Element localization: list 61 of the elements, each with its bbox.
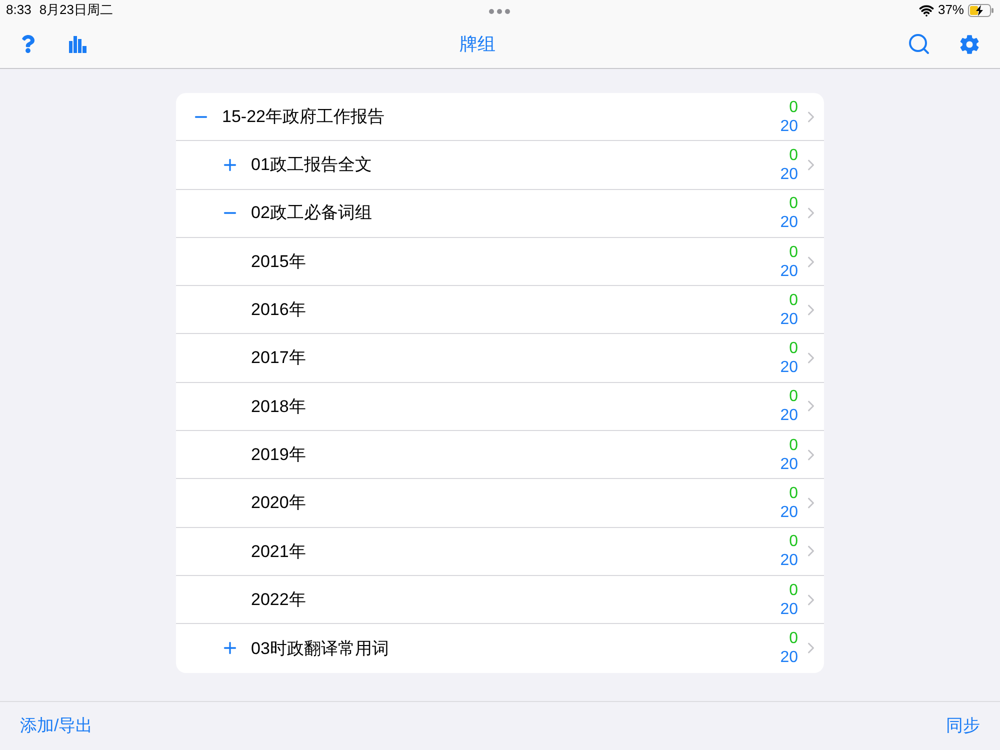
new-count: 0	[789, 580, 798, 600]
deck-row[interactable]: 2017年 0 20	[176, 334, 824, 383]
due-count: 20	[780, 116, 798, 136]
new-count: 0	[789, 532, 798, 552]
status-date: 8月23日周二	[39, 1, 114, 20]
due-count: 20	[780, 648, 798, 668]
deck-row[interactable]: 2018年 0 20	[176, 382, 824, 432]
add-export-button[interactable]: 添加/导出	[20, 713, 93, 739]
deck-row[interactable]: 2021年 0 20	[176, 528, 824, 576]
deck-name: 2019年	[251, 444, 307, 466]
new-count: 0	[789, 629, 798, 648]
due-count: 20	[780, 358, 798, 378]
new-count: 0	[789, 194, 798, 214]
new-count: 0	[789, 290, 798, 310]
due-count: 20	[780, 551, 798, 570]
settings-button[interactable]	[959, 34, 980, 54]
due-count: 20	[780, 454, 798, 474]
due-count: 20	[780, 262, 798, 281]
due-count: 20	[780, 503, 798, 522]
deck-name: 01政工报告全文	[251, 154, 373, 176]
deck-row[interactable]: 01政工报告全文 0 20	[176, 141, 824, 190]
deck-name: 2022年	[251, 588, 307, 611]
deck-row[interactable]: 2015年 0 20	[176, 238, 824, 286]
statistics-button[interactable]	[68, 35, 88, 53]
deck-name: 15-22年政府工作报告	[222, 106, 386, 128]
deck-name: 2015年	[251, 250, 307, 273]
sync-button[interactable]: 同步	[946, 713, 980, 739]
nav-title: 牌组	[458, 32, 496, 56]
deck-row[interactable]: 03时政翻译常用词 0 20	[176, 624, 824, 673]
multitask-dots-icon[interactable]	[489, 9, 510, 14]
battery-percent: 37%	[938, 1, 964, 20]
deck-name: 02政工必备词组	[251, 202, 373, 224]
deck-name: 2016年	[251, 299, 307, 322]
deck-name: 2018年	[251, 396, 307, 418]
deck-name: 2020年	[251, 492, 307, 514]
deck-row[interactable]: 2022年 0 20	[176, 576, 824, 624]
deck-row[interactable]: 2019年 0 20	[176, 431, 824, 480]
due-count: 20	[780, 164, 798, 184]
deck-name: 03时政翻译常用词	[251, 638, 390, 660]
deck-row[interactable]: 2016年 0 20	[176, 286, 824, 334]
new-count: 0	[789, 98, 798, 117]
wifi-icon	[918, 2, 934, 18]
new-count: 0	[789, 146, 798, 165]
new-count: 0	[789, 436, 798, 455]
deck-name: 2017年	[251, 347, 307, 370]
due-count: 20	[780, 310, 798, 329]
due-count: 20	[780, 600, 798, 619]
battery-charging-icon	[968, 4, 994, 16]
new-count: 0	[789, 484, 798, 504]
due-count: 20	[780, 406, 798, 426]
deck-row[interactable]: 02政工必备词组 0 20	[176, 190, 824, 238]
deck-row[interactable]: 15-22年政府工作报告 0 20	[176, 93, 824, 142]
new-count: 0	[789, 387, 798, 406]
new-count: 0	[789, 242, 798, 262]
status-time: 8:33	[6, 1, 32, 20]
new-count: 0	[789, 339, 798, 358]
help-button[interactable]	[20, 32, 36, 56]
deck-row[interactable]: 2020年 0 20	[176, 479, 824, 528]
deck-name: 2021年	[251, 540, 307, 563]
due-count: 20	[780, 213, 798, 232]
search-button[interactable]	[907, 32, 931, 56]
